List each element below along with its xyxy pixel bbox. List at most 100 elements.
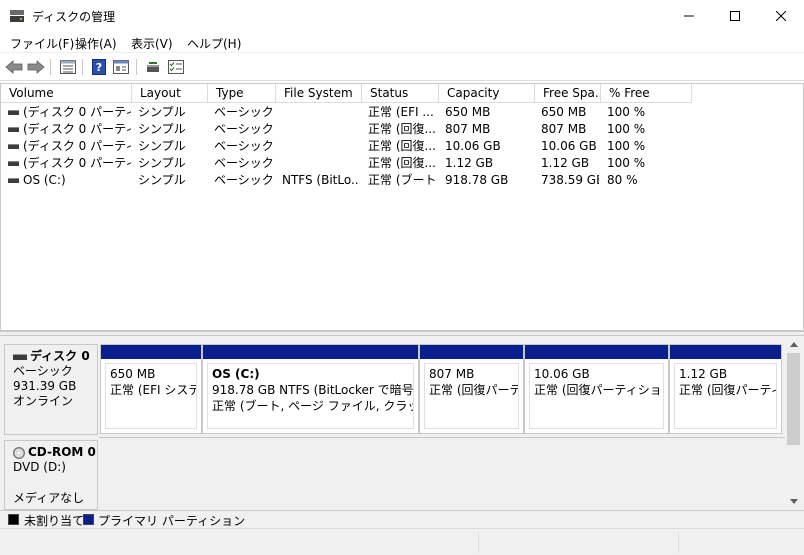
checklist-button[interactable] — [166, 58, 186, 76]
menu-view[interactable]: 表示(V) — [131, 35, 173, 52]
table-row[interactable]: (ディスク 0 パーティシ... シンプル ベーシック 正常 (回復... 80… — [1, 121, 803, 138]
partition-size: 650 MB — [110, 367, 156, 381]
partition-recovery-1[interactable]: 807 MB 正常 (回復パーティ — [419, 344, 524, 434]
legend: 未割り当て プライマリ パーティション — [0, 510, 804, 528]
column-header-layout[interactable]: Layout — [132, 84, 208, 103]
disk-0-name: ディスク 0 — [30, 349, 90, 363]
volume-free-space: 650 MB — [541, 105, 587, 119]
chevron-up-icon — [789, 342, 798, 347]
primary-partition-bar — [420, 345, 523, 359]
cdrom-0-area — [99, 437, 785, 509]
disk-management-app-icon — [10, 10, 24, 22]
volume-type: ベーシック — [214, 139, 274, 153]
column-header-capacity[interactable]: Capacity — [439, 84, 535, 103]
partition-os-c[interactable]: OS (C:) 918.78 GB NTFS (BitLocker で暗号化済 … — [202, 344, 419, 434]
help-icon: ? — [92, 59, 106, 75]
partition-details: OS (C:) 918.78 GB NTFS (BitLocker で暗号化済 … — [207, 363, 414, 429]
partition-recovery-2[interactable]: 10.06 GB 正常 (回復パーティション) — [524, 344, 669, 434]
volume-percent-free: 100 % — [607, 122, 646, 136]
volume-name: (ディスク 0 パーティシ... — [23, 139, 131, 153]
toolbar-separator — [50, 59, 51, 75]
list-view-icon — [60, 60, 76, 74]
volume-status: 正常 (ブート... — [368, 173, 437, 187]
volume-status: 正常 (回復... — [368, 139, 436, 153]
column-header-volume[interactable]: Volume — [1, 84, 132, 103]
menu-file[interactable]: ファイル(F) — [10, 35, 74, 52]
volume-file-system — [282, 104, 360, 121]
volume-percent-free: 100 % — [607, 105, 646, 119]
close-button[interactable] — [758, 0, 804, 31]
primary-partition-bar — [101, 345, 201, 359]
minimize-button[interactable] — [666, 0, 712, 31]
table-row[interactable]: (ディスク 0 パーティシ... シンプル ベーシック 正常 (EFI ... … — [1, 104, 803, 121]
volume-percent-free: 100 % — [607, 139, 646, 153]
column-header-type[interactable]: Type — [208, 84, 276, 103]
partition-size: 918.78 GB NTFS (BitLocker で暗号化済 — [212, 383, 414, 397]
volume-icon — [8, 144, 19, 149]
table-row[interactable]: (ディスク 0 パーティシ... シンプル ベーシック 正常 (回復... 10… — [1, 138, 803, 155]
disk-0-label[interactable]: ディスク 0 ベーシック 931.39 GB オンライン — [4, 344, 98, 435]
column-header-status[interactable]: Status — [362, 84, 439, 103]
menu-action[interactable]: 操作(A) — [75, 35, 117, 52]
column-header-free-space[interactable]: Free Spa... — [535, 84, 601, 103]
status-bar-segment — [478, 532, 678, 553]
legend-swatch-unallocated — [8, 514, 19, 525]
volume-capacity: 650 MB — [445, 105, 491, 119]
volume-name: (ディスク 0 パーティシ... — [23, 105, 131, 119]
volume-name: (ディスク 0 パーティシ... — [23, 156, 131, 170]
table-row[interactable]: (ディスク 0 パーティシ... シンプル ベーシック 正常 (回復... 1.… — [1, 155, 803, 172]
cdrom-0-label[interactable]: CD-ROM 0 DVD (D:) メディアなし — [4, 440, 98, 510]
back-button[interactable] — [4, 58, 24, 76]
cdrom-0-state: メディアなし — [13, 491, 85, 505]
partition-size: 10.06 GB — [534, 367, 590, 381]
maximize-button[interactable] — [712, 0, 758, 31]
volume-status: 正常 (回復... — [368, 156, 436, 170]
menu-bar: ファイル(F) 操作(A) 表示(V) ヘルプ(H) — [0, 31, 804, 53]
table-row[interactable]: OS (C:) シンプル ベーシック NTFS (BitLo... 正常 (ブー… — [1, 172, 803, 189]
list-view-button[interactable] — [58, 58, 78, 76]
volume-name: OS (C:) — [23, 173, 66, 187]
menu-help[interactable]: ヘルプ(H) — [187, 35, 241, 52]
partition-efi[interactable]: 650 MB 正常 (EFI システム — [100, 344, 202, 434]
disk-map: ディスク 0 ベーシック 931.39 GB オンライン 650 MB 正常 (… — [0, 336, 804, 510]
volume-layout: シンプル — [138, 105, 186, 119]
connect-disk-button[interactable] — [143, 58, 163, 76]
forward-button[interactable] — [26, 58, 46, 76]
connect-disk-icon — [147, 62, 159, 72]
column-header-percent-free[interactable]: % Free — [601, 84, 692, 103]
volume-file-system: NTFS (BitLo... — [282, 173, 360, 187]
column-header-file-system[interactable]: File System — [276, 84, 362, 103]
partition-recovery-3[interactable]: 1.12 GB 正常 (回復パーティシ — [669, 344, 782, 434]
volume-list[interactable]: Volume Layout Type File System Status Ca… — [0, 83, 804, 331]
volume-capacity: 1.12 GB — [445, 156, 494, 170]
status-bar — [0, 528, 804, 555]
cd-rom-icon — [13, 446, 25, 459]
scroll-down-button[interactable] — [785, 493, 802, 510]
disk-map-scrollbar[interactable] — [785, 336, 802, 510]
volume-free-space: 807 MB — [541, 122, 587, 136]
properties-button[interactable] — [111, 58, 131, 76]
partition-details: 650 MB 正常 (EFI システム — [105, 363, 197, 429]
cdrom-0-name: CD-ROM 0 — [28, 445, 96, 459]
volume-layout: シンプル — [138, 173, 186, 187]
volume-free-space: 1.12 GB — [541, 156, 590, 170]
volume-percent-free: 80 % — [607, 173, 638, 187]
svg-text:?: ? — [96, 61, 102, 74]
volume-layout: シンプル — [138, 156, 186, 170]
volume-icon — [8, 110, 19, 115]
volume-type: ベーシック — [214, 156, 274, 170]
scroll-up-button[interactable] — [785, 336, 802, 353]
disk-0-size: 931.39 GB — [13, 379, 77, 393]
toolbar: ? — [0, 54, 804, 81]
minimize-icon — [684, 15, 694, 16]
toolbar-separator — [136, 59, 137, 75]
volume-free-space: 738.59 GB — [541, 173, 599, 187]
scroll-thumb[interactable] — [787, 353, 800, 445]
status-bar-segment — [678, 532, 802, 553]
checklist-icon — [168, 60, 184, 74]
volume-icon — [8, 161, 19, 166]
partition-title: OS (C:) — [212, 367, 260, 381]
primary-partition-bar — [670, 345, 781, 359]
back-arrow-icon — [5, 60, 23, 74]
help-button[interactable]: ? — [89, 58, 109, 76]
